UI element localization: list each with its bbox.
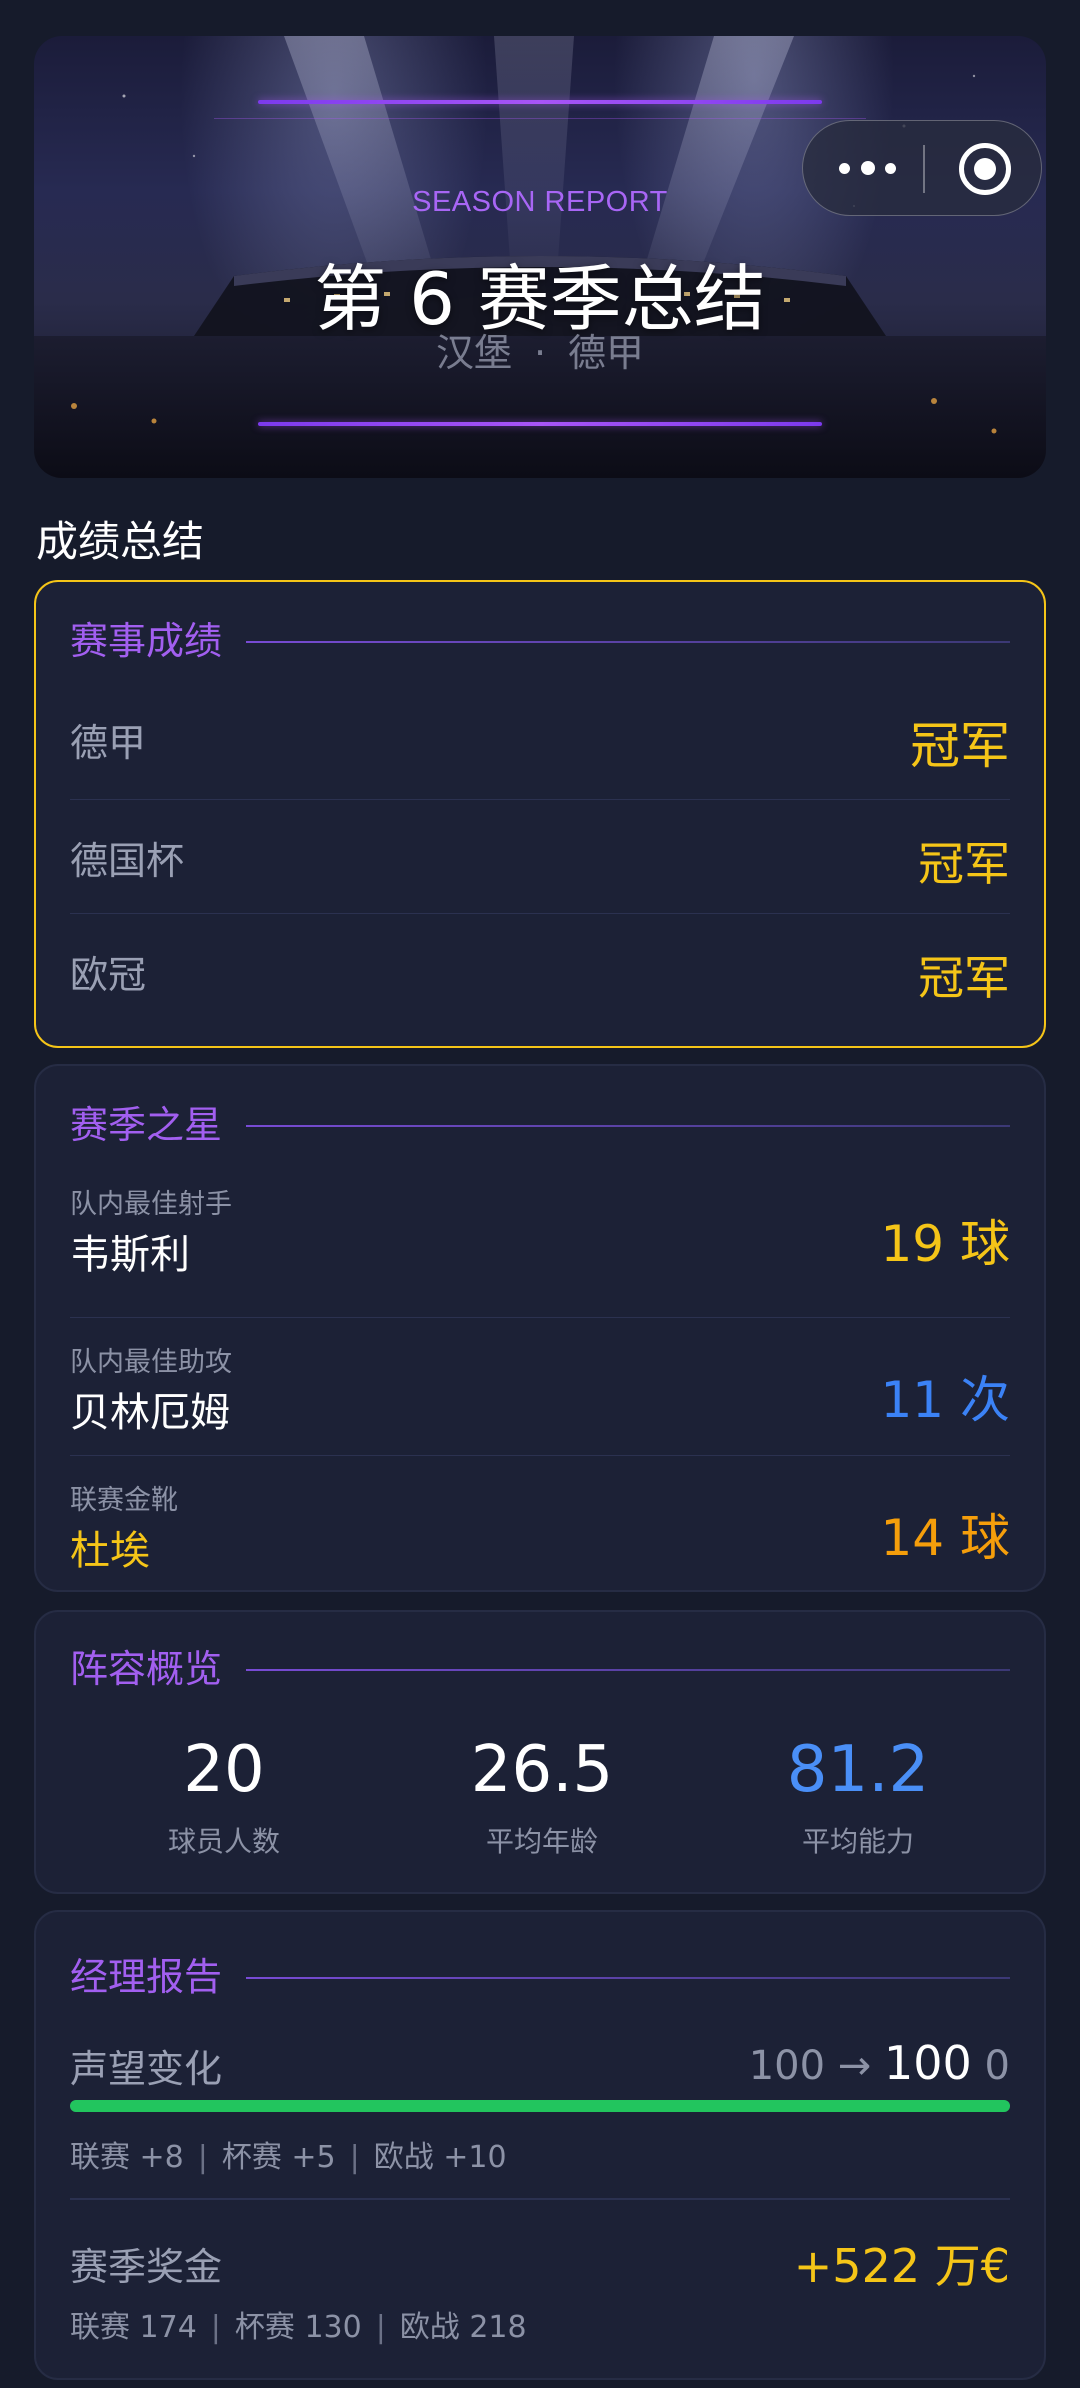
player-name: 贝林厄姆 <box>70 1390 230 1436</box>
season-hero-banner: SEASON REPORT 第 6 赛季总结 汉堡 · 德甲 <box>34 36 1046 478</box>
award-caption: 队内最佳助攻 <box>70 1347 232 1378</box>
breakdown-separator: | <box>375 2310 386 2345</box>
breakdown-league: 联赛 174 <box>70 2310 197 2345</box>
stat-value: 20 <box>183 1733 265 1807</box>
capsule-divider <box>923 145 925 193</box>
reputation-change: 100 → 100 0 <box>749 2036 1010 2090</box>
prize-row: 赛季奖金 +522 万€ <box>70 2230 1010 2293</box>
stat-player-count: 20 球员人数 <box>104 1734 344 1860</box>
award-value: 19 球 <box>880 1215 1010 1273</box>
manager-report-card: 经理报告 声望变化 100 → 100 0 联赛 +8 | 杯赛 +5 | 欧战 +10… <box>34 1910 1046 2380</box>
result-row: 欧冠 冠军 <box>70 914 1010 1028</box>
prize-breakdown: 联赛 174 | 杯赛 130 | 欧战 218 <box>70 2302 527 2346</box>
stat-label: 平均年龄 <box>485 1825 598 1858</box>
competition-result: 冠军 <box>910 717 1010 775</box>
heading-rule <box>246 1977 1010 1979</box>
breakdown-cup: 杯赛 +5 <box>221 2140 336 2175</box>
league-name: 德甲 <box>568 331 645 375</box>
stars-card-head: 赛季之星 <box>70 1100 1010 1150</box>
results-card: 赛事成绩 德甲 冠军 德国杯 冠军 欧冠 冠军 <box>34 580 1046 1048</box>
season-stars-card: 赛季之星 队内最佳射手 韦斯利 19 球 队内最佳助攻 贝林厄姆 11 次 联赛… <box>34 1064 1046 1592</box>
star-row: 队内最佳助攻 贝林厄姆 11 次 <box>70 1318 1010 1456</box>
manager-card-head: 经理报告 <box>70 1952 1010 2002</box>
stat-average-ability: 81.2 平均能力 <box>738 1734 978 1860</box>
breakdown-separator: | <box>349 2140 360 2175</box>
reputation-label: 声望变化 <box>70 2047 223 2091</box>
hero-top-accent-line <box>258 100 822 104</box>
breakdown-europe: 欧战 218 <box>399 2310 527 2345</box>
row-divider <box>70 2198 1010 2200</box>
stat-value: 81.2 <box>786 1733 930 1807</box>
breakdown-separator: | <box>210 2310 221 2345</box>
heading-rule <box>246 641 1010 643</box>
stat-value: 26.5 <box>470 1733 614 1807</box>
breakdown-europe: 欧战 +10 <box>373 2140 507 2175</box>
prize-label: 赛季奖金 <box>70 2245 223 2289</box>
result-row: 德国杯 冠军 <box>70 800 1010 914</box>
reputation-breakdown: 联赛 +8 | 杯赛 +5 | 欧战 +10 <box>70 2132 507 2176</box>
more-dots-icon[interactable] <box>839 121 929 217</box>
prize-value: +522 万€ <box>793 2239 1010 2293</box>
squad-card-head: 阵容概览 <box>70 1644 1010 1694</box>
player-name: 韦斯利 <box>70 1232 190 1278</box>
stat-average-age: 26.5 平均年龄 <box>422 1734 662 1860</box>
breakdown-league: 联赛 +8 <box>70 2140 184 2175</box>
competition-result: 冠军 <box>918 951 1010 1005</box>
result-row: 德甲 冠军 <box>70 682 1010 800</box>
award-value: 11 次 <box>880 1371 1010 1429</box>
reputation-row: 声望变化 100 → 100 0 <box>70 2032 1010 2092</box>
reputation-delta: 0 <box>984 2043 1010 2089</box>
target-close-icon[interactable] <box>953 121 1023 217</box>
reputation-from: 100 <box>748 2043 826 2089</box>
player-name: 杜埃 <box>70 1528 150 1574</box>
competition-name: 德国杯 <box>70 839 185 883</box>
reputation-progress-bar <box>70 2100 1010 2112</box>
award-caption: 队内最佳射手 <box>70 1189 232 1220</box>
star-row: 队内最佳射手 韦斯利 19 球 <box>70 1178 1010 1318</box>
stat-label: 平均能力 <box>801 1825 914 1858</box>
award-value: 14 球 <box>880 1509 1010 1567</box>
heading-rule <box>246 1125 1010 1127</box>
section-title: 成绩总结 <box>36 517 205 566</box>
arrow-right-icon: → <box>837 2043 872 2089</box>
competition-result: 冠军 <box>918 837 1010 891</box>
heading-rule <box>246 1669 1010 1671</box>
squad-overview-card: 阵容概览 20 球员人数 26.5 平均年龄 81.2 平均能力 <box>34 1610 1046 1894</box>
competition-name: 欧冠 <box>70 953 147 997</box>
reputation-to: 100 <box>884 2036 972 2090</box>
star-row: 联赛金靴 杜埃 14 球 <box>70 1456 1010 1586</box>
award-caption: 联赛金靴 <box>70 1485 178 1516</box>
meta-separator: · <box>533 331 547 375</box>
breakdown-cup: 杯赛 130 <box>234 2310 362 2345</box>
stat-label: 球员人数 <box>167 1825 280 1858</box>
hero-team-league: 汉堡 · 德甲 <box>34 322 1046 377</box>
team-name: 汉堡 <box>435 331 512 375</box>
mini-program-capsule <box>802 120 1042 216</box>
breakdown-separator: | <box>197 2140 208 2175</box>
competition-name: 德甲 <box>70 721 147 765</box>
hero-sub-line <box>214 118 866 119</box>
reputation-progress-fill <box>70 2100 1010 2112</box>
results-card-head: 赛事成绩 <box>70 616 1010 666</box>
hero-bottom-accent-line <box>258 422 822 426</box>
